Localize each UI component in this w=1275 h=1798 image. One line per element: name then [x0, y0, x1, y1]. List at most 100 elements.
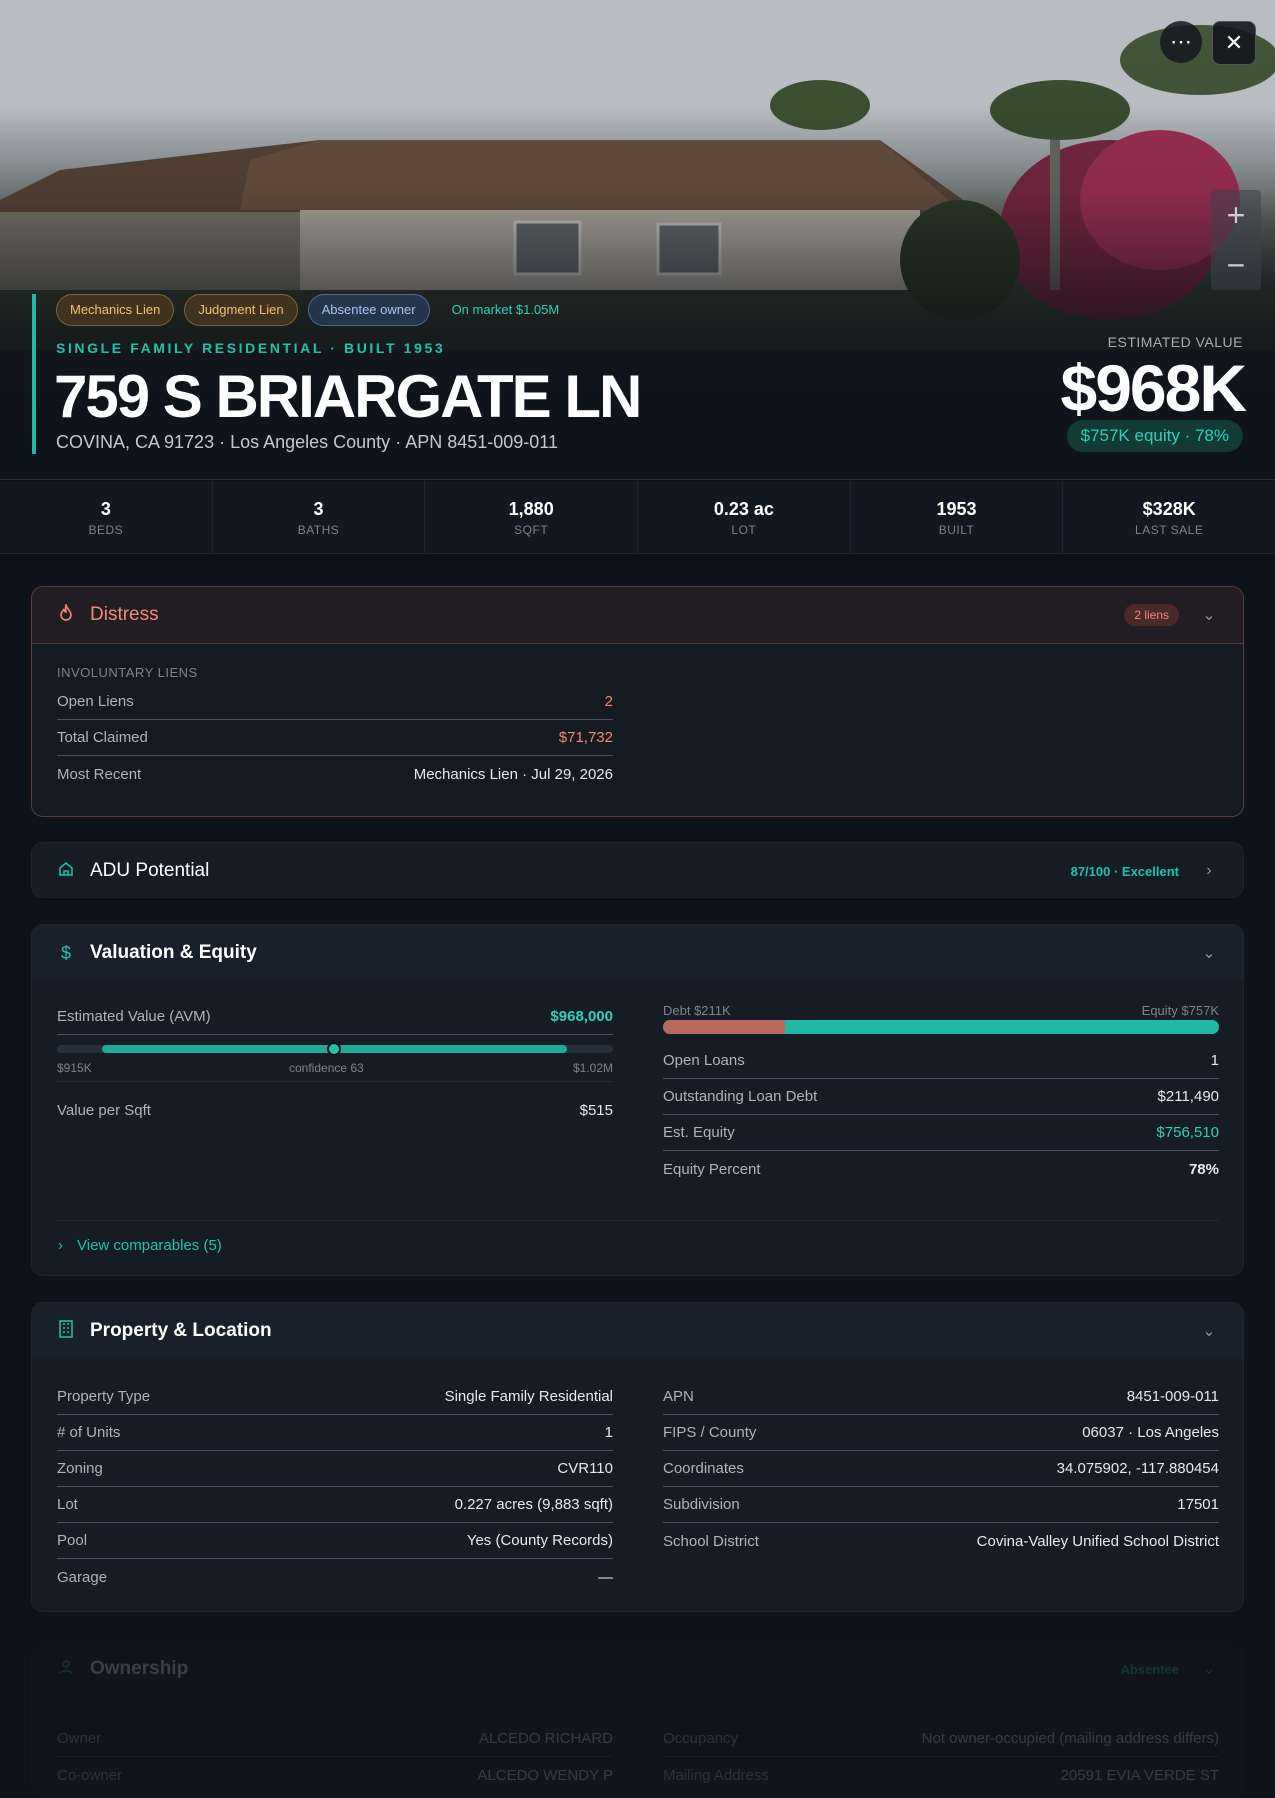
row-key: Zoning: [57, 1460, 103, 1477]
outstanding-debt-row: Outstanding Loan Debt $211,490: [663, 1079, 1219, 1115]
ownership-left-column: Owner ALCEDO RICHARD Co-owner ALCEDO WENDY…: [57, 1721, 613, 1793]
distress-title: Distress: [90, 604, 159, 625]
row-value: 17501: [1177, 1496, 1219, 1513]
row-value: $515: [579, 1101, 613, 1119]
fips-county-row: FIPS / County 06037 · Los Angeles: [663, 1415, 1219, 1451]
estimated-value: $968K: [1060, 351, 1247, 425]
ownership-header[interactable]: Ownership Absentee ⌄: [32, 1641, 1243, 1697]
total-claimed-row: Total Claimed $71,732: [57, 720, 613, 756]
row-key: Value per Sqft: [57, 1101, 151, 1119]
avm-range: $915K confidence 63 $1.02M: [57, 1035, 613, 1075]
chevron-down-icon[interactable]: ⌄: [1199, 605, 1219, 625]
view-comparables-link[interactable]: › View comparables (5): [58, 1237, 222, 1254]
stat-value: 1,880: [508, 499, 554, 519]
owner-row: Owner ALCEDO RICHARD: [57, 1721, 613, 1757]
tag-absentee-owner[interactable]: Absentee owner: [307, 294, 430, 326]
row-key: Lot: [57, 1496, 78, 1513]
stat-beds: 3 BEDS: [0, 481, 213, 553]
adu-card[interactable]: ADU Potential 87/100 · Excellent ›: [31, 842, 1244, 898]
avm-value: $968,000: [550, 1008, 613, 1025]
valuation-header[interactable]: $ Valuation & Equity ⌄: [32, 925, 1243, 981]
row-key: FIPS / County: [663, 1424, 757, 1441]
row-key: Property Type: [57, 1388, 151, 1405]
stat-label: BATHS: [297, 523, 340, 537]
stat-label: BUILT: [938, 523, 975, 537]
stat-value: $328K: [1142, 499, 1196, 519]
range-high: $1.02M: [572, 1061, 613, 1075]
row-key: Garage: [57, 1568, 108, 1586]
close-button[interactable]: ✕: [1212, 21, 1256, 65]
debt-fill: [663, 1020, 786, 1034]
row-key: Co-owner: [57, 1766, 123, 1784]
row-value: 0.227 acres (9,883 sqft): [454, 1496, 613, 1513]
tag-list: Mechanics Lien Judgment Lien Absentee ow…: [56, 294, 572, 326]
row-key: Open Liens: [57, 693, 134, 710]
zoning-row: Zoning CVR110: [57, 1451, 613, 1487]
row-value: 2: [604, 693, 613, 710]
adu-header[interactable]: ADU Potential 87/100 · Excellent ›: [32, 843, 1243, 897]
chevron-down-icon[interactable]: ⌄: [1199, 1321, 1219, 1341]
ownership-card: Ownership Absentee ⌄ Owner ALCEDO RICHARD…: [31, 1640, 1244, 1798]
row-key: Occupancy: [663, 1730, 739, 1747]
row-value: 78%: [1188, 1160, 1219, 1178]
chevron-right-icon[interactable]: ›: [1199, 862, 1219, 880]
row-value: 20591 EVIA VERDE ST: [1060, 1766, 1219, 1784]
chevron-down-icon[interactable]: ⌄: [1199, 1659, 1219, 1679]
property-card: Property & Location ⌄ Property Type Singl…: [31, 1302, 1244, 1612]
property-subtitle: SINGLE FAMILY RESIDENTIAL · BUILT 1953: [56, 340, 446, 356]
row-value: 06037 · Los Angeles: [1082, 1424, 1219, 1441]
equity-column: Debt $211K Equity $757K Open Loans 1 Outs…: [663, 1003, 1219, 1187]
zoom-in-button[interactable]: +: [1211, 190, 1261, 240]
adu-title: ADU Potential: [90, 860, 210, 881]
row-value: $71,732: [558, 729, 613, 746]
row-key: Most Recent: [57, 765, 142, 783]
dollar-icon: $: [60, 942, 71, 963]
garage-row: Garage —: [57, 1559, 613, 1595]
ownership-title: Ownership: [90, 1658, 189, 1679]
equity-badge: $757K equity · 78%: [1066, 420, 1243, 452]
more-options-button[interactable]: ⋯: [1160, 21, 1202, 63]
stat-value: 0.23 ac: [713, 499, 774, 519]
chevron-down-icon[interactable]: ⌄: [1199, 943, 1219, 963]
row-key: Equity Percent: [663, 1160, 761, 1178]
zoom-out-button[interactable]: −: [1211, 240, 1261, 290]
coordinates-row: Coordinates 34.075902, -117.880454: [663, 1451, 1219, 1487]
row-key: Open Loans: [663, 1052, 745, 1069]
equity-label: Equity $757K: [1141, 1003, 1219, 1018]
accent-bar: [32, 294, 36, 454]
units-row: # of Units 1: [57, 1415, 613, 1451]
tag-judgment-lien[interactable]: Judgment Lien: [184, 294, 298, 326]
property-right-column: APN 8451-009-011 FIPS / County 06037 · Los…: [663, 1379, 1219, 1559]
equity-percent-row: Equity Percent 78%: [663, 1151, 1219, 1187]
stat-value: 3: [313, 499, 324, 519]
property-header[interactable]: Property & Location ⌄: [32, 1303, 1243, 1359]
avm-label: Estimated Value (AVM): [57, 1008, 211, 1025]
avm-row: Estimated Value (AVM) $968,000: [57, 999, 613, 1035]
row-key: Est. Equity: [663, 1124, 735, 1141]
row-key: Subdivision: [663, 1496, 740, 1513]
user-icon: [56, 1659, 76, 1680]
co-owner-row: Co-owner ALCEDO WENDY P: [57, 1757, 613, 1793]
stat-label: SQFT: [514, 523, 549, 537]
debt-equity-labels: Debt $211K Equity $757K: [663, 1003, 1219, 1034]
stat-label: LOT: [731, 523, 757, 537]
more-icon: ⋯: [1170, 29, 1192, 54]
stat-lot: 0.23 ac LOT: [638, 481, 851, 553]
row-key: Coordinates: [663, 1460, 744, 1477]
row-value: 1: [604, 1424, 613, 1441]
flame-icon: [56, 601, 76, 627]
building-icon: [56, 1319, 76, 1343]
stat-label: LAST SALE: [1135, 523, 1204, 537]
row-key: Owner: [57, 1730, 102, 1747]
debt-equity-bar: [663, 1020, 1219, 1034]
stat-value: 1953: [936, 499, 977, 519]
row-key: APN: [663, 1388, 694, 1405]
value-per-sqft-row: Value per Sqft $515: [57, 1092, 613, 1128]
row-value: Covina-Valley Unified School District: [976, 1532, 1219, 1550]
stat-label: BEDS: [88, 523, 124, 537]
avm-range-bar: [57, 1042, 613, 1056]
row-value: 34.075902, -117.880454: [1056, 1460, 1219, 1477]
distress-header[interactable]: Distress 2 liens ⌄: [32, 587, 1243, 644]
ownership-right-column: Occupancy Not owner-occupied (mailing add…: [663, 1721, 1219, 1793]
tag-mechanics-lien[interactable]: Mechanics Lien: [56, 294, 175, 326]
